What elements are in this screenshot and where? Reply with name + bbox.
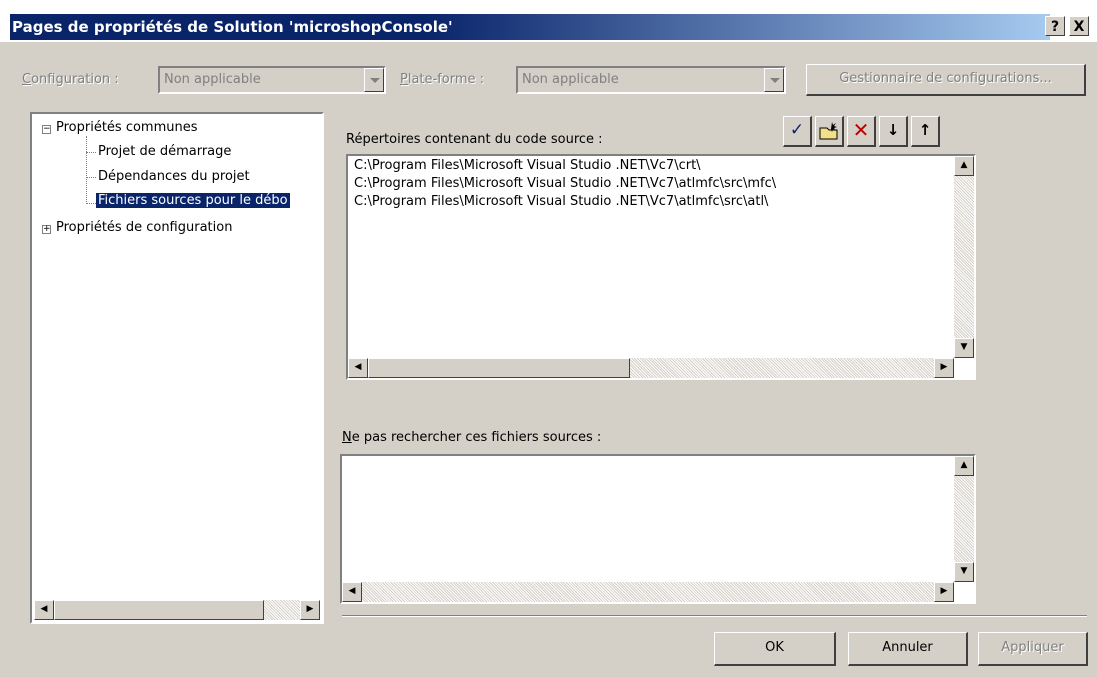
title-bar-area: Pages de propriétés de Solution 'microsh… bbox=[0, 0, 1097, 42]
list-item[interactable]: C:\Program Files\Microsoft Visual Studio… bbox=[354, 176, 776, 191]
collapse-icon[interactable]: − bbox=[42, 125, 51, 134]
window-title: Pages de propriétés de Solution 'microsh… bbox=[12, 18, 453, 36]
tree-item-project-dependencies[interactable]: Dépendances du projet bbox=[98, 169, 250, 184]
tree-item-configuration-properties[interactable]: Propriétés de configuration bbox=[56, 220, 232, 235]
delete-icon: ✕ bbox=[852, 118, 870, 142]
ok-button[interactable]: OK bbox=[714, 632, 836, 666]
scroll-down-icon[interactable]: ▼ bbox=[954, 338, 974, 358]
tree-item-common-properties[interactable]: Propriétés communes bbox=[56, 120, 198, 135]
help-button[interactable]: ? bbox=[1045, 16, 1065, 36]
tree-connector bbox=[86, 203, 96, 204]
move-down-button[interactable]: ↓ bbox=[879, 116, 908, 147]
scroll-up-icon[interactable]: ▲ bbox=[954, 156, 974, 176]
tree-item-debug-source-files[interactable]: Fichiers sources pour le débo bbox=[96, 193, 290, 208]
move-up-button[interactable]: ↑ bbox=[911, 116, 940, 147]
scroll-left-icon[interactable]: ◀ bbox=[348, 358, 368, 378]
chevron-down-icon[interactable] bbox=[764, 68, 784, 92]
list-item[interactable]: C:\Program Files\Microsoft Visual Studio… bbox=[354, 158, 701, 173]
expand-icon[interactable]: + bbox=[42, 225, 51, 234]
scroll-thumb[interactable] bbox=[54, 600, 264, 620]
cancel-button[interactable]: Annuler bbox=[848, 632, 968, 666]
dialog-window: Pages de propriétés de Solution 'microsh… bbox=[0, 0, 1097, 677]
exclude-horizontal-scrollbar[interactable]: ◀ ▶ bbox=[342, 582, 954, 602]
scroll-left-icon[interactable]: ◀ bbox=[342, 582, 362, 602]
exclude-label: Ne pas rechercher ces fichiers sources : bbox=[342, 430, 602, 445]
new-folder-icon bbox=[819, 122, 838, 140]
check-button[interactable]: ✓ bbox=[783, 116, 812, 147]
check-icon: ✓ bbox=[789, 120, 805, 140]
new-line-button[interactable] bbox=[815, 116, 844, 147]
source-dirs-label: Répertoires contenant du code source : bbox=[346, 132, 603, 147]
scroll-right-icon[interactable]: ▶ bbox=[300, 600, 320, 620]
list-item[interactable]: C:\Program Files\Microsoft Visual Studio… bbox=[354, 194, 768, 209]
platform-label: Plate-forme : bbox=[400, 72, 485, 87]
platform-value: Non applicable bbox=[522, 72, 619, 87]
tree-view[interactable]: − Propriétés communes Projet de démarrag… bbox=[30, 112, 324, 624]
divider bbox=[342, 615, 1087, 617]
source-dirs-horizontal-scrollbar[interactable]: ◀ ▶ bbox=[348, 358, 954, 378]
scroll-left-icon[interactable]: ◀ bbox=[34, 600, 54, 620]
source-dirs-list[interactable]: C:\Program Files\Microsoft Visual Studio… bbox=[346, 154, 976, 380]
configuration-combo[interactable]: Non applicable bbox=[158, 66, 386, 94]
tree-connector bbox=[86, 152, 96, 153]
scroll-up-icon[interactable]: ▲ bbox=[954, 456, 974, 476]
exclude-list[interactable]: ▲ ▼ ◀ ▶ bbox=[340, 454, 976, 604]
scroll-down-icon[interactable]: ▼ bbox=[954, 562, 974, 582]
move-down-icon: ↓ bbox=[886, 121, 900, 139]
chevron-down-icon[interactable] bbox=[364, 68, 384, 92]
move-up-icon: ↑ bbox=[918, 121, 932, 139]
tree-horizontal-scrollbar[interactable]: ◀ ▶ bbox=[34, 600, 320, 620]
configuration-value: Non applicable bbox=[164, 72, 261, 87]
delete-button[interactable]: ✕ bbox=[847, 116, 876, 147]
scroll-thumb[interactable] bbox=[368, 358, 630, 378]
exclude-vertical-scrollbar[interactable]: ▲ ▼ bbox=[954, 456, 974, 582]
configuration-manager-button[interactable]: Gestionnaire de configurations... bbox=[806, 64, 1086, 96]
configuration-label: Configuration : bbox=[22, 72, 119, 87]
platform-combo[interactable]: Non applicable bbox=[516, 66, 786, 94]
apply-button[interactable]: Appliquer bbox=[978, 632, 1088, 666]
close-button[interactable]: X bbox=[1069, 16, 1089, 36]
title-bar[interactable]: Pages de propriétés de Solution 'microsh… bbox=[10, 14, 1050, 40]
source-dirs-vertical-scrollbar[interactable]: ▲ ▼ bbox=[954, 156, 974, 358]
scroll-right-icon[interactable]: ▶ bbox=[934, 358, 954, 378]
tree-connector bbox=[86, 177, 96, 178]
tree-item-startup-project[interactable]: Projet de démarrage bbox=[98, 144, 231, 159]
tree-connector bbox=[86, 136, 87, 204]
scroll-right-icon[interactable]: ▶ bbox=[934, 582, 954, 602]
